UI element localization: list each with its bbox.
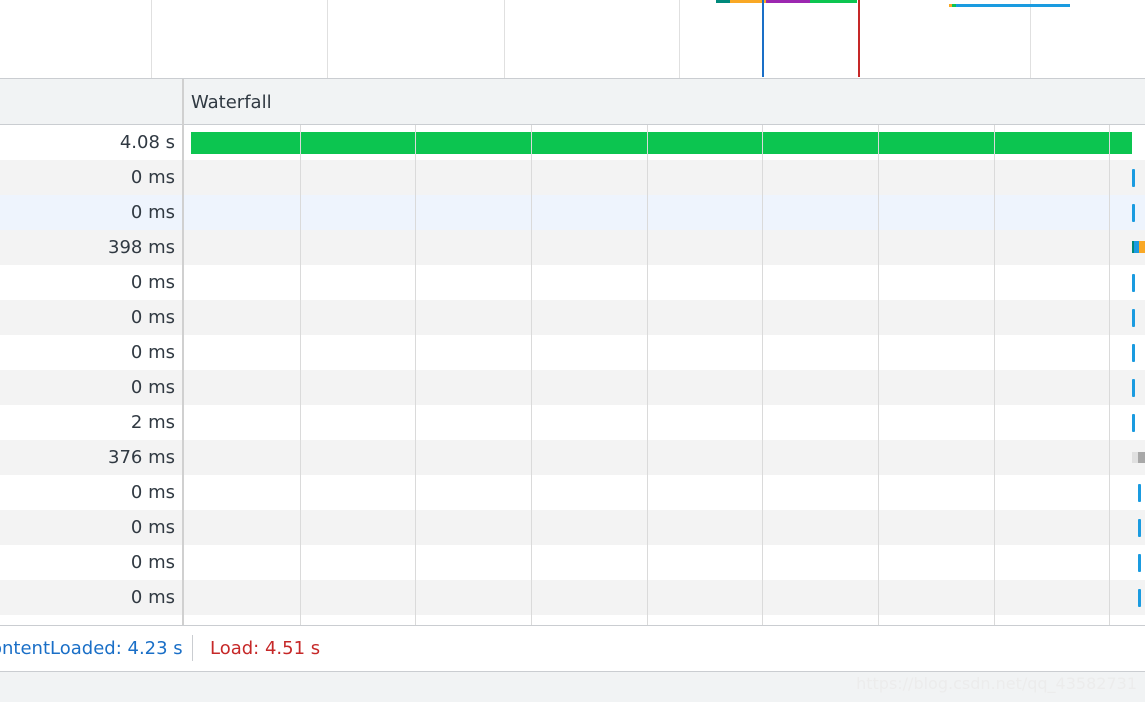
waterfall-grid-line xyxy=(647,125,648,625)
table-row-time[interactable]: 0 ms xyxy=(0,300,182,335)
time-rows: 4.08 s0 ms 0 ms 398 ms 0 ms 0 ms 0 ms 0 ms 2 ms… xyxy=(0,125,182,625)
overview-request-segment xyxy=(716,0,730,3)
table-row-waterfall[interactable] xyxy=(184,405,1145,440)
waterfall-bar xyxy=(191,132,1132,154)
waterfall-tick xyxy=(1132,414,1135,432)
overview-request-segment xyxy=(730,0,766,3)
waterfall-bar-segment xyxy=(1138,452,1145,463)
waterfall-tick xyxy=(1132,274,1135,292)
table-row-waterfall[interactable] xyxy=(184,300,1145,335)
table-row-time[interactable]: 0 ms xyxy=(0,545,182,580)
overview-grid-line xyxy=(504,0,505,78)
waterfall-tick xyxy=(1132,204,1135,222)
waterfall-tick xyxy=(1132,344,1135,362)
waterfall-tick xyxy=(1132,169,1135,187)
waterfall-tick xyxy=(1132,379,1135,397)
table-row-time[interactable]: 0 ms xyxy=(0,580,182,615)
overview-grid-line xyxy=(1030,0,1031,78)
waterfall-grid-line xyxy=(300,125,301,625)
overview-timeline[interactable] xyxy=(0,0,1145,78)
overview-grid-line xyxy=(679,0,680,78)
table-row-time[interactable]: 0 ms xyxy=(0,195,182,230)
table-row-waterfall[interactable] xyxy=(184,580,1145,615)
table-row-time[interactable]: 0 ms xyxy=(0,265,182,300)
table-row-time[interactable]: 398 ms xyxy=(0,230,182,265)
table-row-waterfall[interactable] xyxy=(184,160,1145,195)
network-table: 4.08 s0 ms 0 ms 398 ms 0 ms 0 ms 0 ms 0 ms 2 ms… xyxy=(0,79,1145,625)
waterfall-tick xyxy=(1132,309,1135,327)
overview-request-segment xyxy=(766,0,810,3)
table-row-waterfall[interactable] xyxy=(184,230,1145,265)
waterfall-column-header[interactable]: Waterfall xyxy=(184,79,1145,125)
time-column: 4.08 s0 ms 0 ms 398 ms 0 ms 0 ms 0 ms 0 ms 2 ms… xyxy=(0,79,182,625)
overview-grid-line xyxy=(151,0,152,78)
table-row-time[interactable] xyxy=(0,615,182,625)
dom-content-loaded-summary: ontentLoaded: 4.23 s xyxy=(0,638,183,659)
waterfall-column: Waterfall xyxy=(184,79,1145,625)
table-row-waterfall[interactable] xyxy=(184,265,1145,300)
table-row-waterfall[interactable] xyxy=(184,370,1145,405)
table-row-time[interactable]: 4.08 s xyxy=(0,125,182,160)
table-row-time[interactable]: 0 ms xyxy=(0,335,182,370)
waterfall-tick xyxy=(1138,589,1141,607)
waterfall-tick xyxy=(1138,484,1141,502)
table-row-time[interactable]: 0 ms xyxy=(0,475,182,510)
table-row-waterfall[interactable] xyxy=(184,440,1145,475)
table-row-waterfall[interactable] xyxy=(184,195,1145,230)
overview-request-segment xyxy=(956,4,1070,7)
table-row-time[interactable]: 0 ms xyxy=(0,160,182,195)
waterfall-tick xyxy=(1138,519,1141,537)
table-row-time[interactable]: 0 ms xyxy=(0,510,182,545)
table-row-waterfall[interactable] xyxy=(184,475,1145,510)
waterfall-grid-line xyxy=(531,125,532,625)
table-row-waterfall[interactable] xyxy=(184,545,1145,580)
waterfall-rows xyxy=(184,125,1145,625)
summary-bar: ontentLoaded: 4.23 s Load: 4.51 s xyxy=(0,625,1145,671)
time-column-header[interactable] xyxy=(0,79,182,125)
table-row-time[interactable]: 0 ms xyxy=(0,370,182,405)
waterfall-grid-line xyxy=(994,125,995,625)
table-row-waterfall[interactable] xyxy=(184,510,1145,545)
table-row-waterfall[interactable] xyxy=(184,615,1145,625)
waterfall-header-label: Waterfall xyxy=(191,92,272,113)
overview-grid-line xyxy=(327,0,328,78)
load-summary: Load: 4.51 s xyxy=(210,638,321,659)
table-row-waterfall[interactable] xyxy=(184,125,1145,160)
waterfall-bar-segment xyxy=(1139,241,1145,253)
table-row-waterfall[interactable] xyxy=(184,335,1145,370)
waterfall-grid-line xyxy=(878,125,879,625)
watermark: https://blog.csdn.net/qq_43582731 xyxy=(856,674,1137,693)
status-bar: https://blog.csdn.net/qq_43582731 xyxy=(0,671,1145,702)
waterfall-grid-line xyxy=(415,125,416,625)
waterfall-grid-line xyxy=(762,125,763,625)
table-row-time[interactable]: 376 ms xyxy=(0,440,182,475)
load-marker xyxy=(858,0,860,77)
waterfall-tick xyxy=(1138,554,1141,572)
waterfall-grid-line xyxy=(1109,125,1110,625)
table-row-time[interactable]: 2 ms xyxy=(0,405,182,440)
summary-separator xyxy=(192,635,193,661)
overview-request-segment xyxy=(810,0,857,3)
dom-content-loaded-marker xyxy=(762,0,764,77)
